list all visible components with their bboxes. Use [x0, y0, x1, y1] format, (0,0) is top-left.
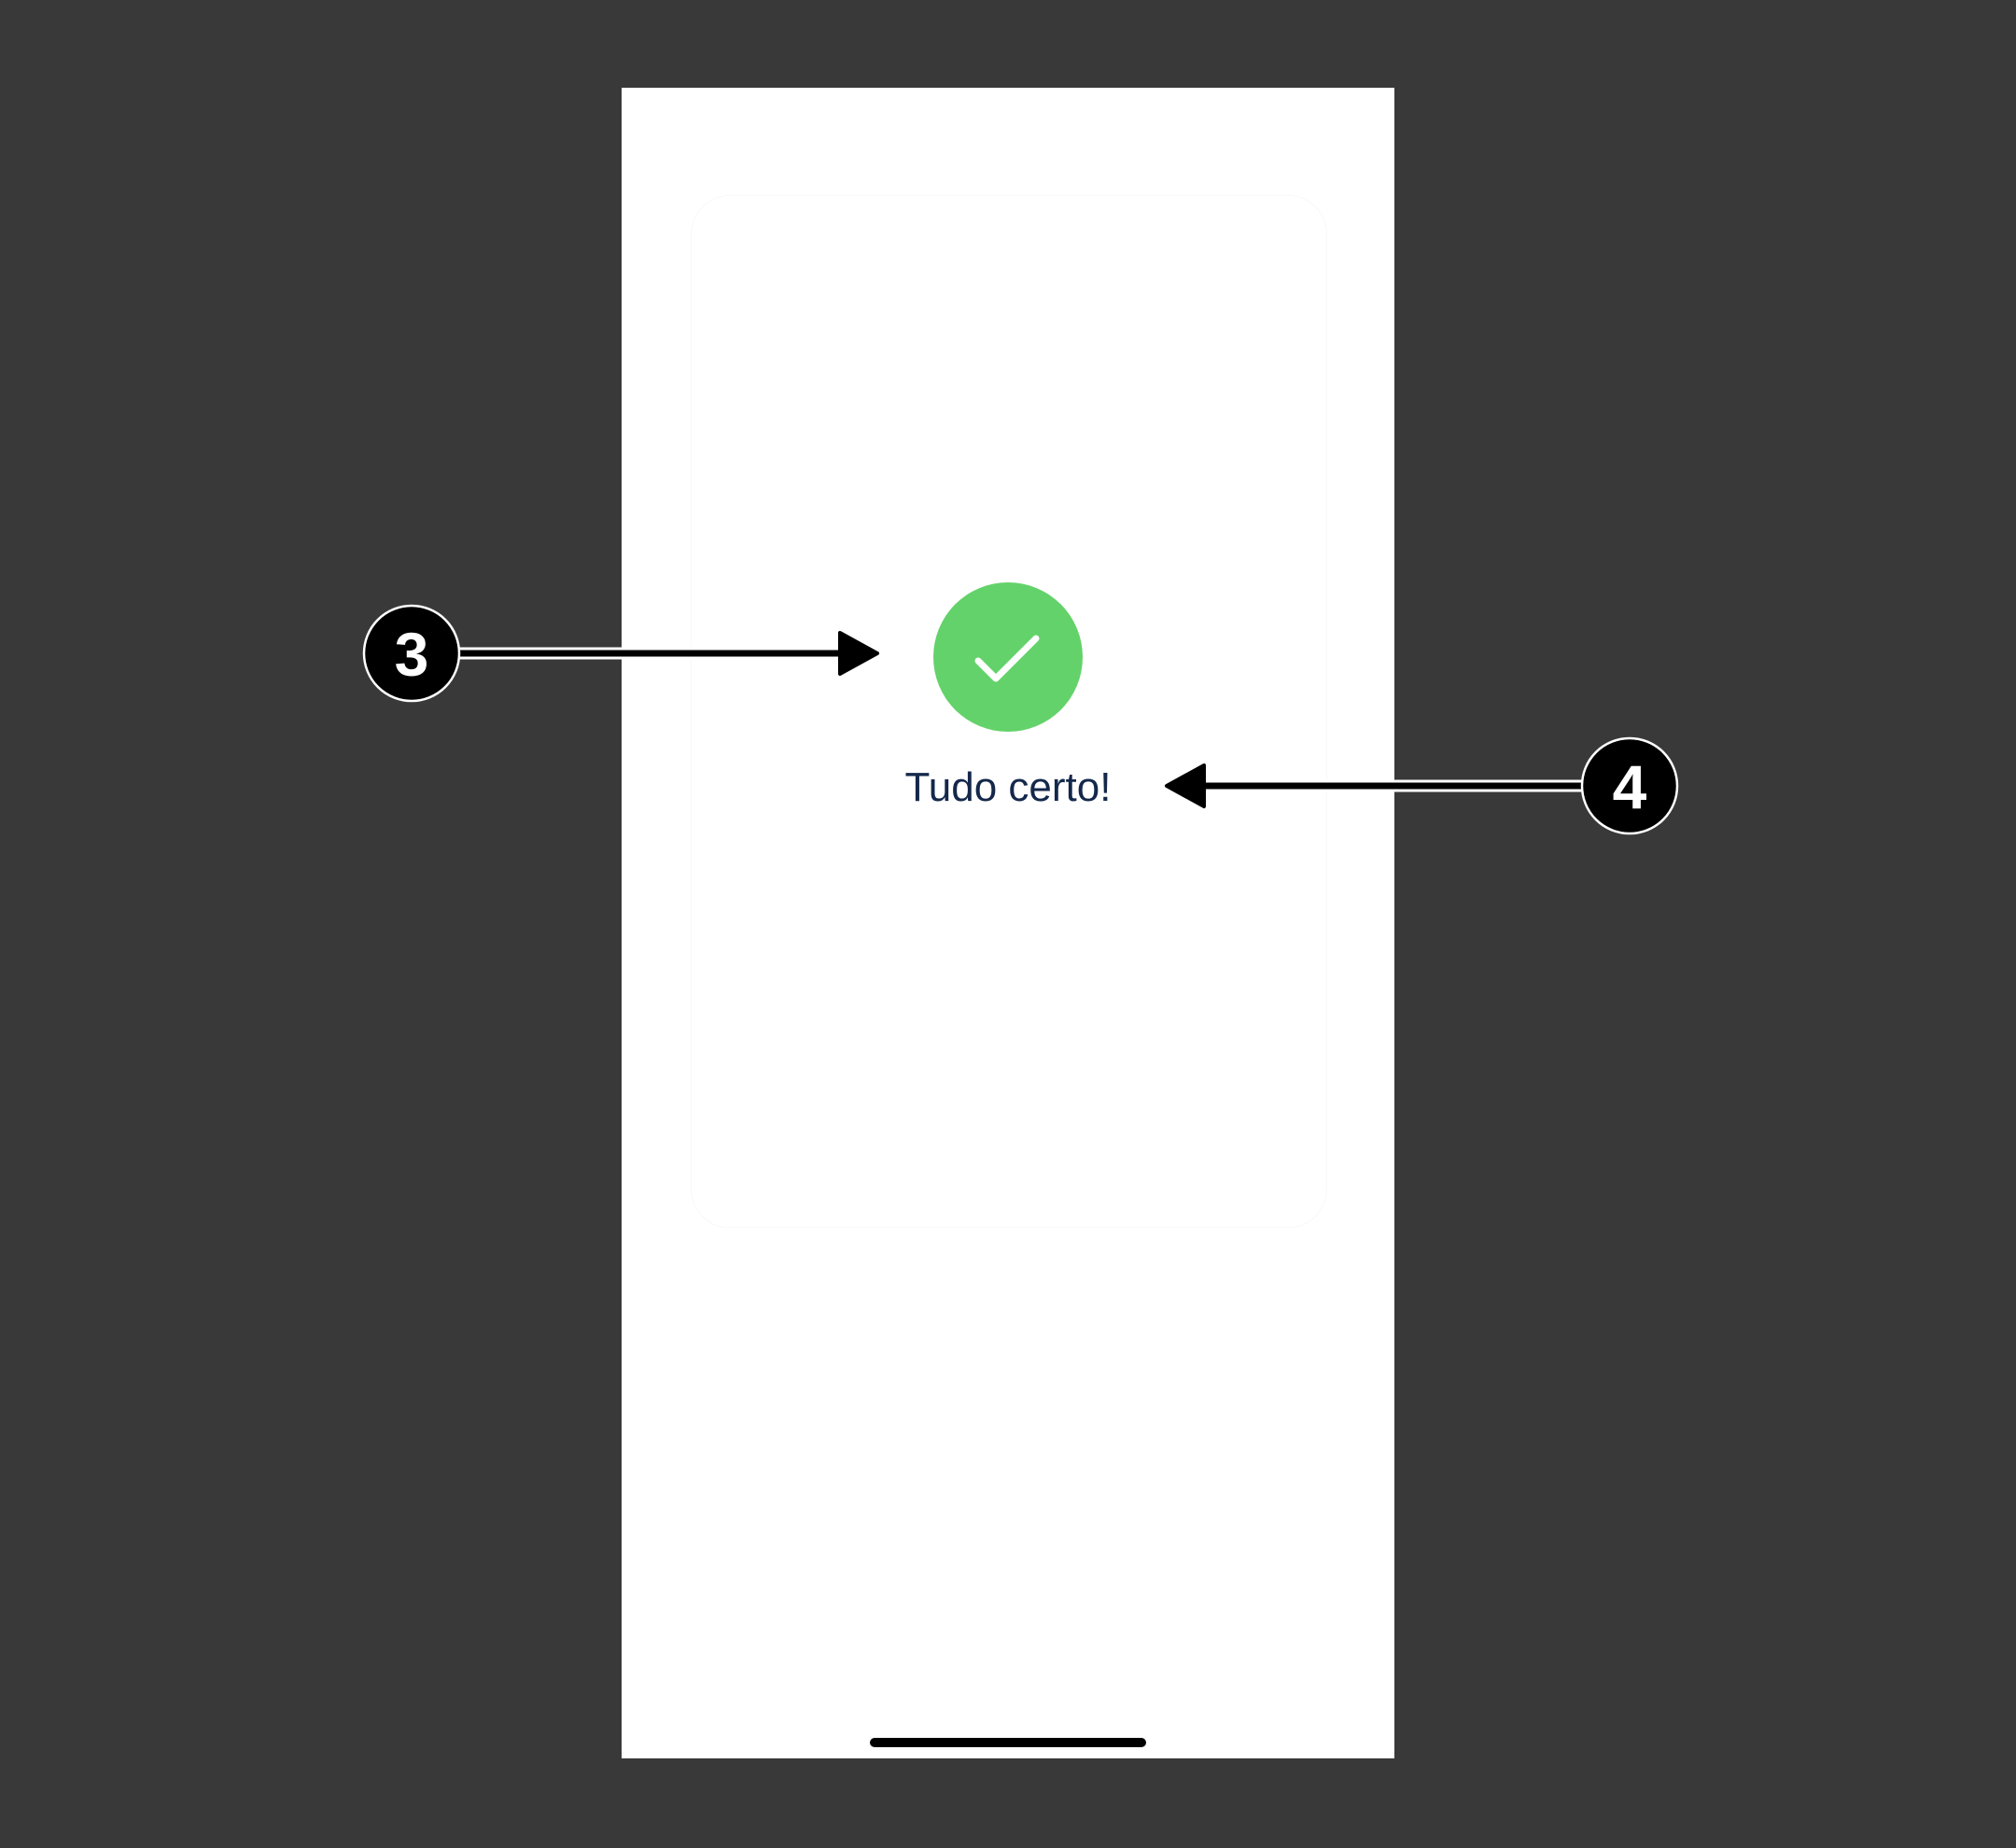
- annotation-arrow-4: [1165, 763, 1587, 808]
- annotation-layer: 3 4: [362, 604, 1679, 835]
- annotation-arrow-3: [457, 631, 879, 676]
- annotation-number-4: 4: [1613, 752, 1647, 821]
- annotation-number-3: 3: [395, 620, 429, 689]
- annotation-badge-4: 4: [1580, 736, 1679, 835]
- annotation-badge-3: 3: [362, 604, 461, 703]
